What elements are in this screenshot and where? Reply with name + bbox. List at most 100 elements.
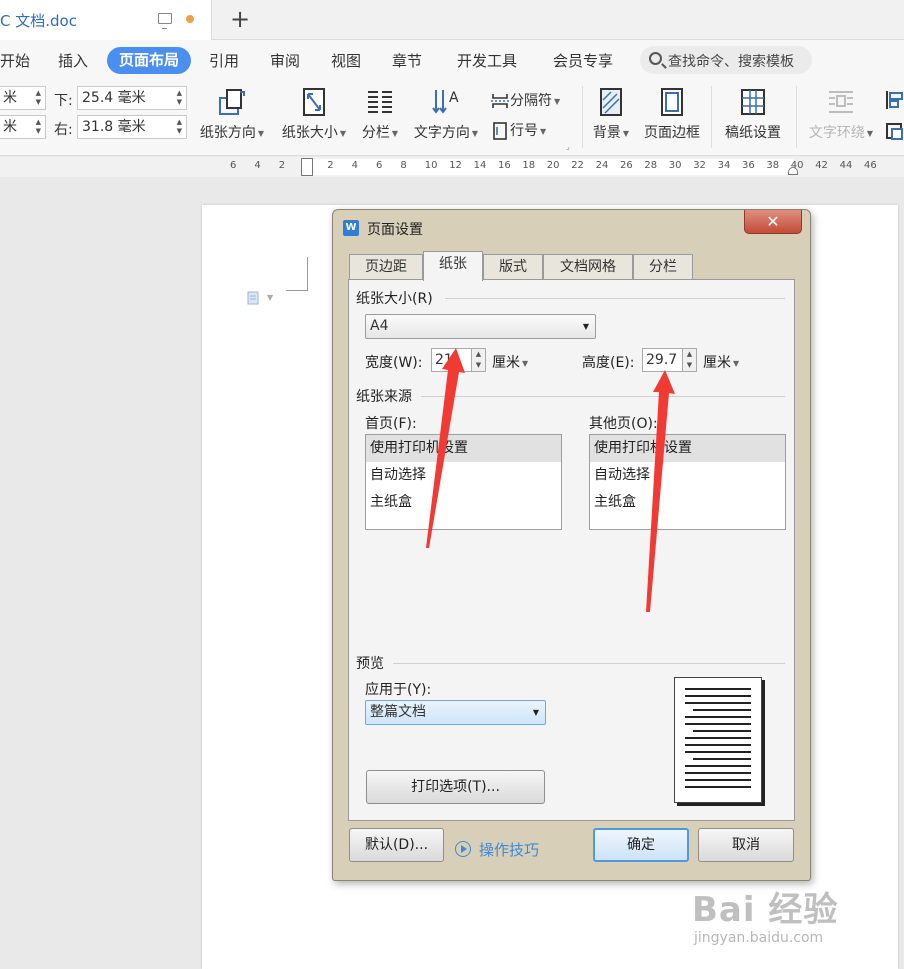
tab-doc-grid[interactable]: 文档网格 xyxy=(543,254,633,280)
tab-paper[interactable]: 纸张 xyxy=(423,251,483,281)
ruler-tick-label: 24 xyxy=(595,160,609,171)
menu-home[interactable]: 开始 xyxy=(0,50,30,71)
monitor-icon[interactable] xyxy=(158,13,172,29)
menu-review[interactable]: 审阅 xyxy=(270,50,300,71)
search-placeholder: 查找命令、搜索模板 xyxy=(668,54,794,70)
command-search[interactable]: 查找命令、搜索模板 xyxy=(640,46,812,74)
width-input[interactable]: 21 xyxy=(431,348,475,372)
list-item[interactable]: 使用打印机设置 xyxy=(366,435,561,462)
width-spinner[interactable]: ▲ ▼ xyxy=(471,348,486,372)
paragraph-layout-icon[interactable] xyxy=(246,290,262,306)
menu-view[interactable]: 视图 xyxy=(331,50,361,71)
text-wrap-label: 文字环绕 ▼ xyxy=(808,125,874,141)
menu-member[interactable]: 会员专享 xyxy=(553,50,613,71)
list-item[interactable]: 自动选择 xyxy=(590,462,785,489)
list-item[interactable]: 主纸盒 xyxy=(366,489,561,516)
margin-left-field[interactable]: 米 ▲ ▼ xyxy=(0,115,46,139)
group-divider xyxy=(393,663,785,664)
paper-size-button[interactable]: 纸张大小 ▼ xyxy=(278,86,350,142)
columns-button[interactable]: 分栏 ▼ xyxy=(357,86,403,142)
horizontal-ruler[interactable]: 6 4 2 2 4 6 8 10 12 14 16 18 20 22 24 26 28 30 32 34 36 38 40 4… xyxy=(0,157,904,177)
tab-margins[interactable]: 页边距 xyxy=(349,254,423,280)
tips-link[interactable]: 操作技巧 xyxy=(479,839,539,860)
height-input[interactable]: 29.7 xyxy=(642,348,686,372)
ruler-tick-label: 8 xyxy=(400,160,407,171)
ruler-tick-label: 4 xyxy=(351,160,358,171)
ruler-tick-label: 16 xyxy=(498,160,511,171)
ruler-tick-label: 44 xyxy=(839,160,853,171)
apply-to-selected: 整篇文档 xyxy=(370,704,426,720)
list-item[interactable]: 主纸盒 xyxy=(590,489,785,516)
new-tab-button[interactable]: + xyxy=(228,5,252,33)
ruler-tick-label: 14 xyxy=(473,160,487,171)
watermark-logo: Bai 经验 xyxy=(692,890,839,930)
default-button[interactable]: 默认(D)... xyxy=(349,828,444,862)
document-tab[interactable]: C 文档.doc xyxy=(0,0,212,40)
list-item[interactable]: 自动选择 xyxy=(366,462,561,489)
spin-arrows-icon[interactable]: ▲ ▼ xyxy=(36,118,41,136)
cancel-button[interactable]: 取消 xyxy=(698,828,794,862)
ruler-tick-label: 10 xyxy=(424,160,438,171)
menu-page-layout[interactable]: 页面布局 xyxy=(107,47,192,74)
ok-button[interactable]: 确定 xyxy=(593,828,689,862)
ruler-tick-label: 4 xyxy=(254,160,261,171)
orientation-button[interactable]: 纸张方向 ▼ xyxy=(196,86,268,142)
text-direction-button[interactable]: A 文字方向 ▼ xyxy=(410,86,482,142)
paper-size-select[interactable]: A4 ▼ xyxy=(365,314,596,339)
first-page-source-list[interactable]: 使用打印机设置 自动选择 主纸盒 xyxy=(365,434,562,530)
spin-arrows-icon[interactable]: ▲ ▼ xyxy=(177,118,182,136)
line-number-icon xyxy=(493,122,507,140)
play-icon[interactable] xyxy=(455,841,471,857)
preview-group-title: 预览 xyxy=(356,656,384,672)
text-wrap-button[interactable]: 文字环绕 ▼ xyxy=(804,86,878,142)
menu-section[interactable]: 章节 xyxy=(392,50,422,71)
margin-right-field[interactable]: 31.8 毫米 ▲ ▼ xyxy=(77,115,187,139)
manuscript-button[interactable]: 稿纸设置 xyxy=(720,86,786,142)
dialog-launcher-icon[interactable]: ⌟ xyxy=(566,142,570,151)
list-item[interactable]: 使用打印机设置 xyxy=(590,435,785,462)
spin-arrows-icon[interactable]: ▲ ▼ xyxy=(36,89,41,107)
menu-references[interactable]: 引用 xyxy=(209,50,239,71)
paper-size-selected: A4 xyxy=(370,318,389,334)
orientation-icon xyxy=(219,89,245,115)
align-objects-icon[interactable] xyxy=(884,88,904,148)
tab-columns[interactable]: 分栏 xyxy=(633,254,693,280)
ruler-tick-label: 28 xyxy=(644,160,658,171)
right-indent-marker[interactable] xyxy=(788,167,798,175)
ruler-tick-label: 22 xyxy=(571,160,584,171)
margin-bottom-field[interactable]: 25.4 毫米 ▲ ▼ xyxy=(77,86,187,110)
group-divider xyxy=(421,396,785,397)
ribbon-separator xyxy=(711,86,712,148)
columns-icon xyxy=(368,91,392,113)
paragraph-dropdown-icon[interactable]: ▼ xyxy=(267,293,273,302)
ruler-tick-label: 6 xyxy=(376,160,383,171)
margin-left-unit: 米 xyxy=(3,119,17,135)
margin-top-field[interactable]: 米 ▲ ▼ xyxy=(0,86,46,110)
page-border-icon xyxy=(661,88,683,116)
dialog-close-button[interactable]: ✕ xyxy=(744,210,802,234)
dialog-title-bar[interactable]: W 页面设置 xyxy=(333,210,810,242)
width-label: 宽度(W): xyxy=(365,355,423,371)
print-options-button[interactable]: 打印选项(T)... xyxy=(366,770,545,804)
apply-to-select[interactable]: 整篇文档 ▼ xyxy=(365,700,546,725)
paper-source-group-title: 纸张来源 xyxy=(356,389,412,405)
height-spinner[interactable]: ▲ ▼ xyxy=(682,348,697,372)
ruler-tick-label: 30 xyxy=(668,160,682,171)
text-wrap-icon xyxy=(829,91,853,113)
menu-insert[interactable]: 插入 xyxy=(58,50,88,71)
search-icon xyxy=(649,52,662,65)
height-unit-dropdown[interactable]: 厘米 ▼ xyxy=(703,352,739,372)
ruler-tick-label: 32 xyxy=(693,160,706,171)
background-button[interactable]: 背景 ▼ xyxy=(588,86,634,142)
line-number-button[interactable]: 行号 ▼ xyxy=(490,120,546,140)
menu-developer[interactable]: 开发工具 xyxy=(457,50,517,71)
columns-label: 分栏 ▼ xyxy=(361,125,399,141)
separator-button[interactable]: 分隔符 ▼ xyxy=(490,90,560,110)
width-unit-dropdown[interactable]: 厘米 ▼ xyxy=(492,352,528,372)
other-pages-source-list[interactable]: 使用打印机设置 自动选择 主纸盒 xyxy=(589,434,786,530)
spin-arrows-icon[interactable]: ▲ ▼ xyxy=(177,89,182,107)
indent-marker[interactable] xyxy=(301,158,313,176)
page-border-button[interactable]: 页面边框 xyxy=(640,86,704,142)
margin-corner-mark xyxy=(286,257,308,291)
tab-layout[interactable]: 版式 xyxy=(483,254,543,280)
